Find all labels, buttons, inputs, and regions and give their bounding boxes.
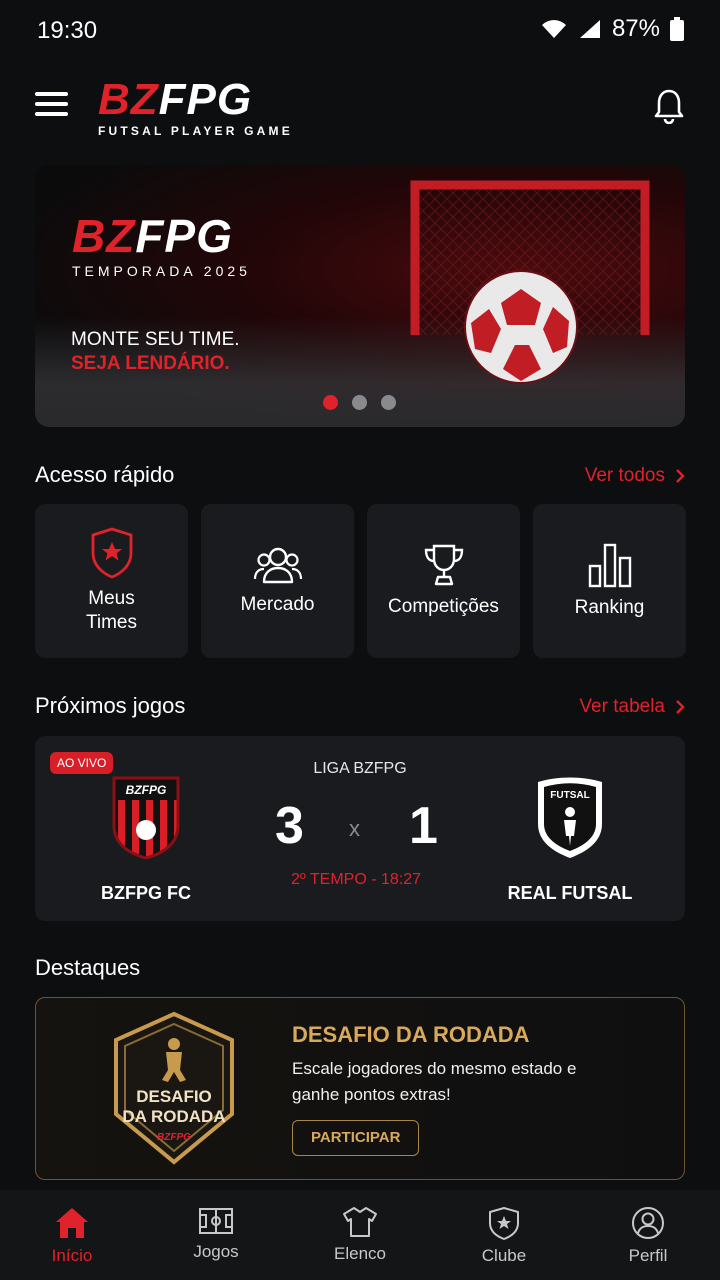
away-score: 1 [409, 797, 438, 855]
nav-home-label: Início [51, 1246, 93, 1265]
banner-logo: BZFPG TEMPORADA 2025 [72, 213, 251, 279]
badge-line1: DESAFIO [136, 1087, 212, 1106]
chevron-right-icon [676, 469, 685, 483]
shirt-icon [343, 1207, 377, 1237]
quick-ranking[interactable]: Ranking [533, 504, 686, 658]
nav-club-label: Clube [481, 1246, 527, 1265]
see-all-link[interactable]: Ver todos [585, 465, 685, 487]
logo-fpg: FPG [158, 75, 253, 124]
bottom-nav: Início Jogos Elenco Clube Perfil [0, 1190, 720, 1280]
battery-percent: 87% [611, 15, 660, 42]
banner-season: TEMPORADA 2025 [72, 263, 251, 279]
next-games-title: Próximos jogos [35, 693, 186, 718]
nav-squad[interactable]: Elenco [288, 1190, 432, 1280]
nav-profile-label: Perfil [628, 1246, 668, 1265]
see-table-link[interactable]: Ver tabela [579, 696, 685, 718]
banner-line1: MONTE SEU TIME. [71, 329, 240, 350]
ball-illustration [464, 270, 578, 384]
away-team-crest: FUTSAL [538, 777, 602, 858]
score-separator: x [349, 816, 360, 841]
away-team-name: REAL FUTSAL [507, 883, 633, 903]
app-logo: BZFPG FUTSAL PLAYER GAME [98, 75, 293, 139]
users-icon [253, 547, 302, 584]
participate-button[interactable]: PARTICIPAR [292, 1120, 420, 1156]
quick-competitions-label: Competições [388, 596, 499, 617]
nav-games-label: Jogos [193, 1242, 239, 1261]
badge-logo: BZFPG [157, 1132, 191, 1143]
quick-market-label: Mercado [240, 594, 315, 615]
nav-squad-label: Elenco [334, 1244, 386, 1263]
promo-banner[interactable]: BZFPG TEMPORADA 2025 MONTE SEU TIME. SEJ… [35, 165, 685, 427]
logo-bz: BZ [98, 75, 159, 124]
highlights-title: Destaques [35, 955, 141, 980]
carousel-dots [323, 395, 396, 410]
nav-profile[interactable]: Perfil [576, 1190, 720, 1280]
status-icons: 87% [540, 15, 684, 43]
challenge-description: Escale jogadores do mesmo estado e ganhe… [292, 1059, 577, 1104]
bell-icon[interactable] [653, 88, 685, 124]
my-teams-line2: Times [85, 612, 138, 633]
status-time: 19:30 [37, 17, 98, 44]
quick-my-teams-label: Meus Times [86, 587, 137, 635]
highlight-card[interactable]: DESAFIO DA RODADA BZFPG DESAFIO DA RODAD… [35, 997, 685, 1180]
challenge-title: DESAFIO DA RODADA [292, 1022, 530, 1047]
badge-line2: DA RODADA [122, 1107, 225, 1126]
quick-competitions[interactable]: Competições [367, 504, 520, 658]
nav-club[interactable]: Clube [432, 1190, 576, 1280]
signal-icon [579, 20, 600, 38]
carousel-dot-1[interactable] [323, 395, 338, 410]
chevron-right-icon [676, 700, 685, 714]
see-table-label: Ver tabela [579, 696, 665, 717]
pitch-icon [199, 1208, 233, 1234]
nav-home[interactable]: Início [0, 1190, 144, 1280]
quick-ranking-label: Ranking [574, 597, 645, 618]
shield-star-icon [91, 527, 132, 579]
quick-my-teams[interactable]: Meus Times [35, 504, 188, 658]
banner-line2: SEJA LENDÁRIO. [71, 353, 230, 374]
wifi-icon [541, 20, 566, 38]
battery-icon [670, 17, 684, 41]
challenge-badge: DESAFIO DA RODADA BZFPG [114, 1011, 234, 1165]
app-header: BZFPG FUTSAL PLAYER GAME [0, 62, 720, 152]
home-crest-text: BZFPG [126, 783, 167, 797]
quick-market[interactable]: Mercado [201, 504, 354, 658]
quick-access-title: Acesso rápido [35, 462, 175, 487]
logo-subtitle: FUTSAL PLAYER GAME [98, 124, 293, 138]
match-card[interactable]: AO VIVO BZFPG BZFPG FC LIGA BZFPG 3 x 1 … [35, 736, 685, 921]
home-team-crest: BZFPG [112, 776, 180, 860]
see-all-label: Ver todos [584, 465, 665, 486]
menu-icon[interactable] [35, 92, 68, 120]
home-icon [56, 1208, 88, 1238]
carousel-dot-2[interactable] [352, 395, 367, 410]
banner-logo-bz: BZ [72, 210, 136, 262]
trophy-icon [424, 544, 463, 586]
status-bar: 19:30 87% [0, 0, 720, 62]
home-score: 3 [275, 797, 304, 855]
away-team: FUTSAL REAL FUTSAL [495, 774, 645, 904]
profile-icon [632, 1207, 664, 1239]
nav-games[interactable]: Jogos [144, 1190, 288, 1280]
bar-chart-icon [588, 543, 631, 588]
my-teams-line1: Meus [88, 588, 135, 609]
away-crest-text: FUTSAL [550, 790, 589, 801]
club-shield-icon [489, 1207, 519, 1240]
banner-logo-fpg: FPG [135, 210, 233, 262]
carousel-dot-3[interactable] [381, 395, 396, 410]
